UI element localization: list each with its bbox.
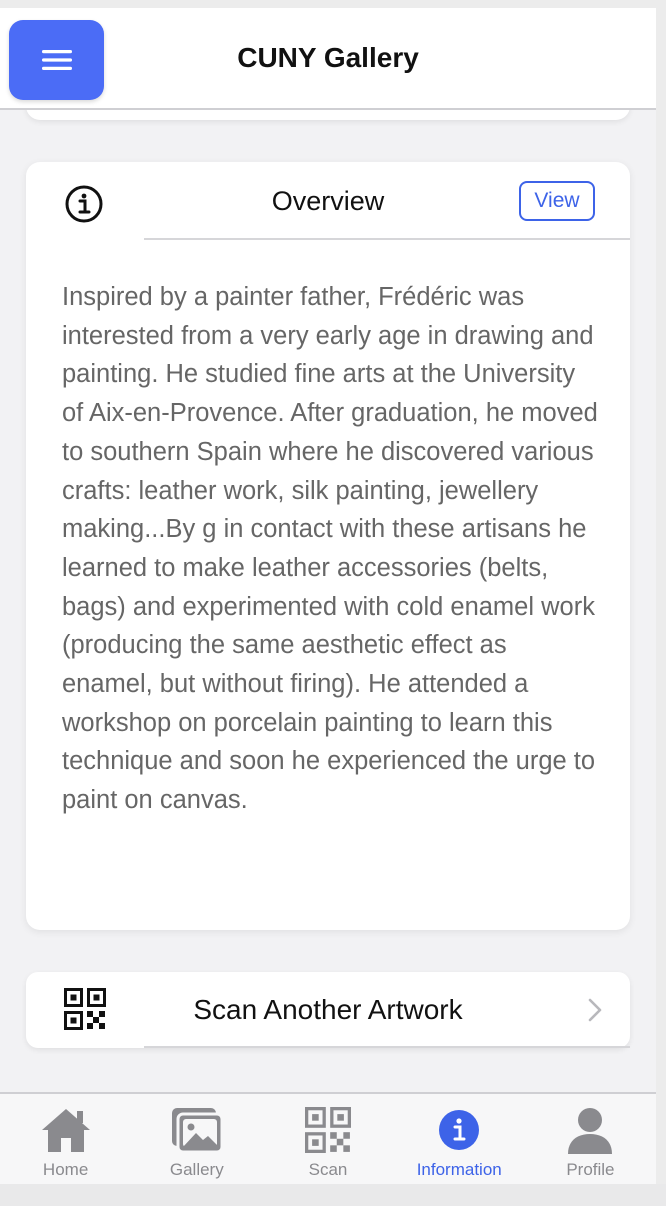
tab-label: Profile <box>566 1160 615 1179</box>
tab-gallery[interactable]: Gallery <box>131 1094 262 1184</box>
tab-label: Home <box>42 1160 89 1179</box>
tab-information[interactable]: Information <box>394 1094 525 1184</box>
info-icon <box>65 185 103 223</box>
tab-label: Information <box>416 1160 502 1179</box>
scan-another-artwork-label: Scan Another Artwork <box>193 994 463 1025</box>
view-button[interactable]: View <box>519 181 595 221</box>
overview-title: Overview <box>271 186 385 216</box>
home-icon <box>38 1104 94 1156</box>
profile-icon <box>562 1104 618 1156</box>
tab-label: Scan <box>308 1160 348 1179</box>
qr-code-icon <box>300 1104 356 1156</box>
info-icon <box>431 1104 487 1156</box>
gallery-icon <box>169 1104 225 1156</box>
scan-another-artwork-button[interactable]: Scan Another Artwork <box>26 972 630 1048</box>
qr-code-icon <box>64 988 106 1030</box>
bottom-tab-bar: Home Gallery Scan Information Profile <box>0 1092 656 1184</box>
page-title: CUNY Gallery <box>237 42 419 73</box>
app-screen: CUNY Gallery Overview View Inspired by a… <box>0 8 656 1184</box>
tab-profile[interactable]: Profile <box>525 1094 656 1184</box>
overview-card-header: Overview View <box>26 162 630 240</box>
divider <box>144 1046 630 1048</box>
tab-scan[interactable]: Scan <box>262 1094 393 1184</box>
overview-card: Overview View Inspired by a painter fath… <box>26 162 630 930</box>
divider <box>144 238 630 240</box>
header-bar: CUNY Gallery <box>0 8 656 110</box>
tab-home[interactable]: Home <box>0 1094 131 1184</box>
chevron-right-icon <box>588 998 602 1022</box>
tab-label: Gallery <box>169 1160 224 1179</box>
overview-text: Inspired by a painter father, Frédéric w… <box>62 283 598 815</box>
bottom-bezel <box>0 1184 666 1206</box>
